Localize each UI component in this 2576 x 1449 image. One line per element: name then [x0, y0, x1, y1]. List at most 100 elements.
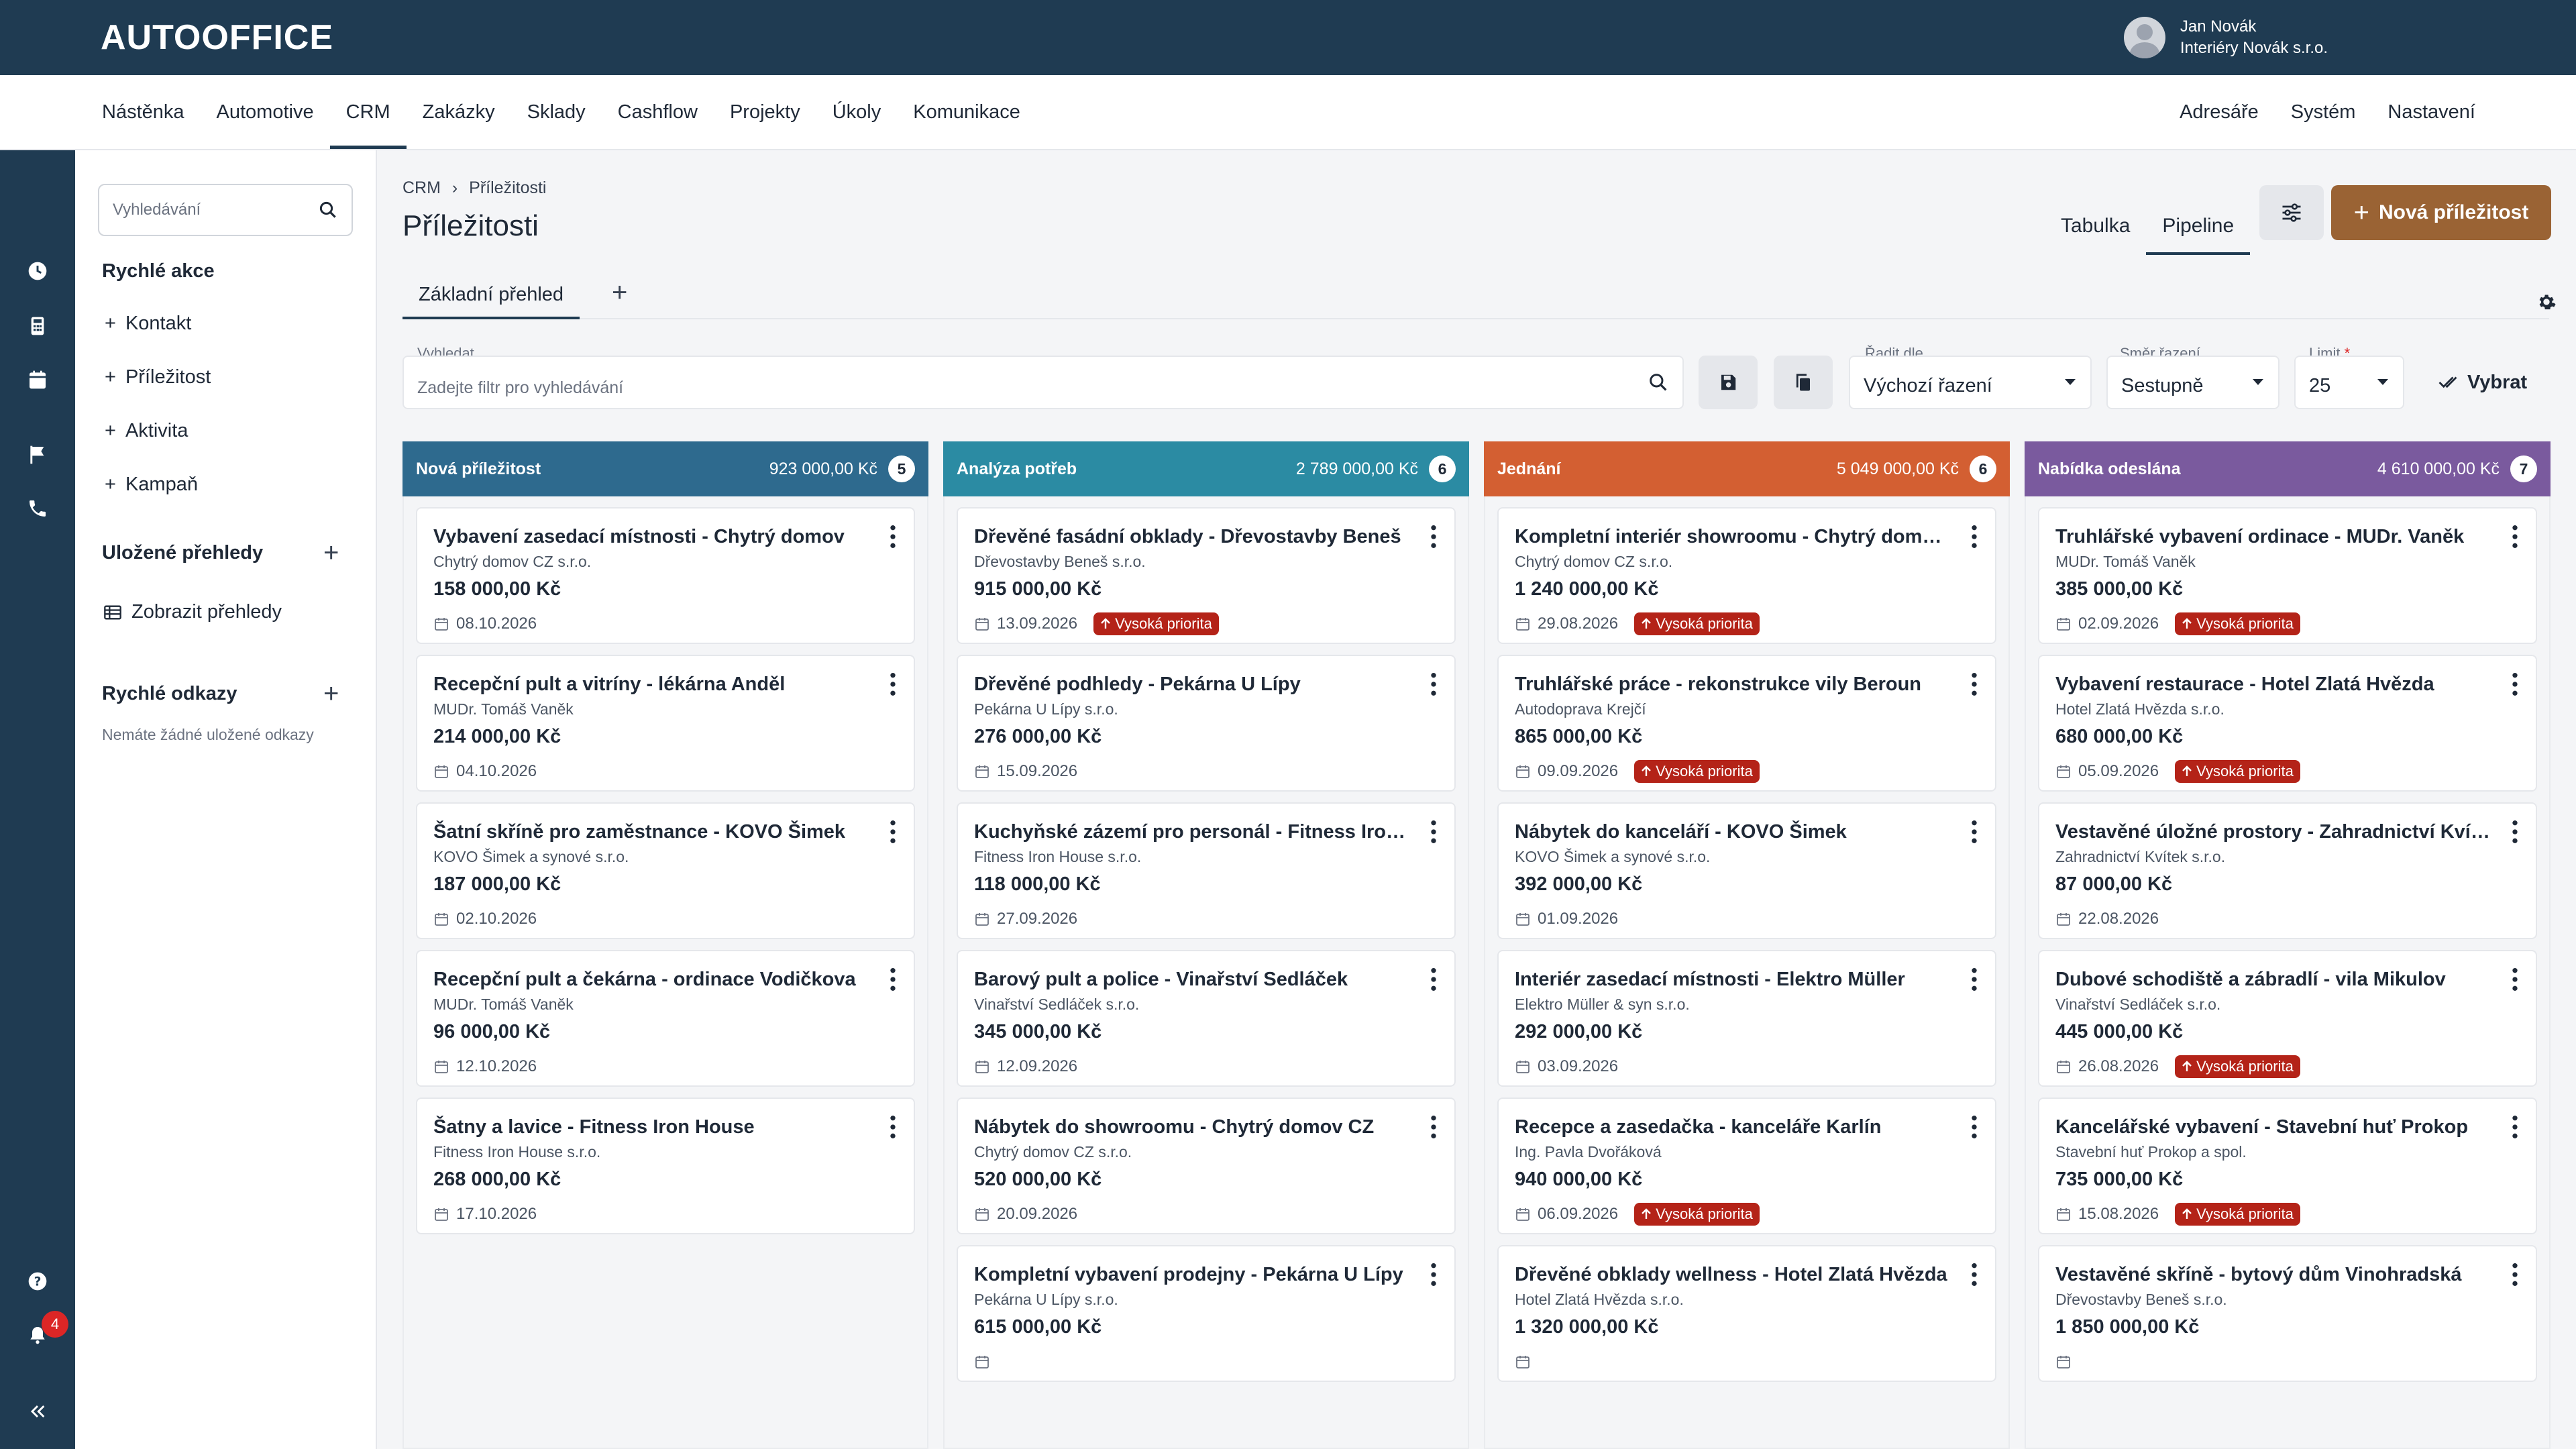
- sort-select[interactable]: Výchozí řazení: [1849, 356, 2092, 409]
- more-vertical-icon[interactable]: [1430, 671, 1437, 698]
- more-vertical-icon[interactable]: [2512, 1261, 2518, 1288]
- more-vertical-icon[interactable]: [2512, 671, 2518, 698]
- card-title[interactable]: Barový pult a police - Vinařství Sedláče…: [974, 966, 1438, 993]
- opportunity-card[interactable]: Interiér zasedací místnosti - Elektro Mü…: [1497, 950, 1996, 1087]
- opportunity-card[interactable]: Dřevěné fasádní obklady - Dřevostavby Be…: [957, 507, 1456, 644]
- card-title[interactable]: Nábytek do kanceláří - KOVO Šimek: [1515, 818, 1979, 845]
- more-vertical-icon[interactable]: [1430, 1114, 1437, 1140]
- quick-action-campaign[interactable]: + Kampaň: [105, 474, 198, 496]
- phone-icon[interactable]: [27, 498, 48, 519]
- nav-item-cashflow[interactable]: Cashflow: [602, 75, 714, 149]
- opportunity-card[interactable]: Kancelářské vybavení - Stavební huť Prok…: [2038, 1097, 2537, 1234]
- tab-basic-overview[interactable]: Základní přehled: [402, 272, 580, 319]
- quick-action-activity[interactable]: + Aktivita: [105, 420, 188, 442]
- opportunity-card[interactable]: Vestavěné úložné prostory - Zahradnictví…: [2038, 802, 2537, 939]
- opportunity-card[interactable]: Recepční pult a vitríny - lékárna Anděl M…: [416, 655, 915, 792]
- more-vertical-icon[interactable]: [2512, 966, 2518, 993]
- card-title[interactable]: Nábytek do showroomu - Chytrý domov CZ: [974, 1114, 1438, 1140]
- opportunity-card[interactable]: Barový pult a police - Vinařství Sedláče…: [957, 950, 1456, 1087]
- add-view-button[interactable]: +: [612, 278, 627, 308]
- search-icon[interactable]: [1648, 372, 1669, 393]
- card-title[interactable]: Kompletní interiér showroomu - Chytrý do…: [1515, 523, 1979, 550]
- opportunity-card[interactable]: Recepční pult a čekárna - ordinace Vodič…: [416, 950, 915, 1087]
- filter-settings-button[interactable]: [2259, 185, 2324, 240]
- card-title[interactable]: Kancelářské vybavení - Stavební huť Prok…: [2055, 1114, 2520, 1140]
- sidebar-search-input[interactable]: Vyhledávání: [98, 184, 353, 236]
- card-title[interactable]: Dřevěné obklady wellness - Hotel Zlatá H…: [1515, 1261, 1979, 1288]
- opportunity-card[interactable]: Kompletní vybavení prodejny - Pekárna U …: [957, 1245, 1456, 1382]
- save-filter-button[interactable]: [1699, 356, 1758, 409]
- new-opportunity-button[interactable]: + Nová příležitost: [2331, 185, 2551, 240]
- more-vertical-icon[interactable]: [2512, 818, 2518, 845]
- more-vertical-icon[interactable]: [2512, 523, 2518, 550]
- collapse-icon[interactable]: [27, 1401, 48, 1422]
- quick-action-contact[interactable]: + Kontakt: [105, 313, 191, 335]
- opportunity-card[interactable]: Kuchyňské zázemí pro personál - Fitness …: [957, 802, 1456, 939]
- more-vertical-icon[interactable]: [1971, 1261, 1978, 1288]
- opportunity-card[interactable]: Šatní skříně pro zaměstnance - KOVO Šime…: [416, 802, 915, 939]
- show-views-link[interactable]: Zobrazit přehledy: [103, 601, 282, 623]
- nav-item-automotive[interactable]: Automotive: [201, 75, 330, 149]
- tab-table[interactable]: Tabulka: [2045, 197, 2146, 255]
- opportunity-card[interactable]: Kompletní interiér showroomu - Chytrý do…: [1497, 507, 1996, 644]
- card-title[interactable]: Dřevěné podhledy - Pekárna U Lípy: [974, 671, 1438, 698]
- app-logo[interactable]: AUTOOFFICE: [101, 17, 333, 58]
- card-title[interactable]: Kuchyňské zázemí pro personál - Fitness …: [974, 818, 1438, 845]
- filter-search-input[interactable]: Zadejte filtr pro vyhledávání: [402, 356, 1684, 409]
- card-title[interactable]: Truhlářské práce - rekonstrukce vily Ber…: [1515, 671, 1979, 698]
- card-title[interactable]: Dřevěné fasádní obklady - Dřevostavby Be…: [974, 523, 1438, 550]
- card-title[interactable]: Interiér zasedací místnosti - Elektro Mü…: [1515, 966, 1979, 993]
- nav-item-ukoly[interactable]: Úkoly: [816, 75, 898, 149]
- card-title[interactable]: Truhlářské vybavení ordinace - MUDr. Van…: [2055, 523, 2520, 550]
- card-title[interactable]: Šatny a lavice - Fitness Iron House: [433, 1114, 898, 1140]
- direction-select[interactable]: Sestupně: [2106, 356, 2279, 409]
- card-title[interactable]: Recepční pult a čekárna - ordinace Vodič…: [433, 966, 898, 993]
- nav-item-nastenka[interactable]: Nástěnka: [101, 75, 201, 149]
- copy-filter-button[interactable]: [1774, 356, 1833, 409]
- nav-item-crm[interactable]: CRM: [329, 75, 407, 149]
- search-icon[interactable]: [318, 200, 338, 220]
- opportunity-card[interactable]: Truhlářské vybavení ordinace - MUDr. Van…: [2038, 507, 2537, 644]
- opportunity-card[interactable]: Nábytek do kanceláří - KOVO Šimek KOVO Ši…: [1497, 802, 1996, 939]
- card-title[interactable]: Recepční pult a vitríny - lékárna Anděl: [433, 671, 898, 698]
- gear-icon[interactable]: [2536, 291, 2557, 313]
- breadcrumb-crm[interactable]: CRM: [402, 178, 441, 197]
- card-title[interactable]: Recepce a zasedačka - kanceláře Karlín: [1515, 1114, 1979, 1140]
- card-title[interactable]: Vybavení zasedací místnosti - Chytrý dom…: [433, 523, 898, 550]
- nav-item-komunikace[interactable]: Komunikace: [897, 75, 1036, 149]
- flag-icon[interactable]: [27, 444, 48, 466]
- column-header[interactable]: Jednání 5 049 000,00 Kč 6: [1484, 441, 2010, 496]
- more-vertical-icon[interactable]: [2512, 1114, 2518, 1140]
- opportunity-card[interactable]: Dřevěné obklady wellness - Hotel Zlatá H…: [1497, 1245, 1996, 1382]
- nav-item-adresare[interactable]: Adresáře: [2163, 75, 2275, 149]
- opportunity-card[interactable]: Truhlářské práce - rekonstrukce vily Ber…: [1497, 655, 1996, 792]
- more-vertical-icon[interactable]: [1430, 966, 1437, 993]
- help-icon[interactable]: ?: [27, 1271, 48, 1292]
- more-vertical-icon[interactable]: [1971, 966, 1978, 993]
- select-button[interactable]: Vybrat: [2438, 356, 2527, 409]
- opportunity-card[interactable]: Dubové schodiště a zábradlí - vila Mikul…: [2038, 950, 2537, 1087]
- more-vertical-icon[interactable]: [890, 966, 896, 993]
- more-vertical-icon[interactable]: [1430, 818, 1437, 845]
- more-vertical-icon[interactable]: [1971, 1114, 1978, 1140]
- more-vertical-icon[interactable]: [1430, 1261, 1437, 1288]
- card-title[interactable]: Kompletní vybavení prodejny - Pekárna U …: [974, 1261, 1438, 1288]
- card-title[interactable]: Dubové schodiště a zábradlí - vila Mikul…: [2055, 966, 2520, 993]
- opportunity-card[interactable]: Recepce a zasedačka - kanceláře Karlín In…: [1497, 1097, 1996, 1234]
- add-saved-view-button[interactable]: +: [323, 539, 339, 566]
- nav-item-system[interactable]: Systém: [2275, 75, 2372, 149]
- tab-pipeline[interactable]: Pipeline: [2146, 197, 2251, 255]
- column-header[interactable]: Nabídka odeslána 4 610 000,00 Kč 7: [2025, 441, 2551, 496]
- column-header[interactable]: Analýza potřeb 2 789 000,00 Kč 6: [943, 441, 1469, 496]
- opportunity-card[interactable]: Vybavení zasedací místnosti - Chytrý dom…: [416, 507, 915, 644]
- card-title[interactable]: Vestavěné skříně - bytový dům Vinohradsk…: [2055, 1261, 2520, 1288]
- card-title[interactable]: Vybavení restaurace - Hotel Zlatá Hvězda: [2055, 671, 2520, 698]
- opportunity-card[interactable]: Vestavěné skříně - bytový dům Vinohradsk…: [2038, 1245, 2537, 1382]
- nav-item-nastaveni[interactable]: Nastavení: [2371, 75, 2475, 149]
- more-vertical-icon[interactable]: [1430, 523, 1437, 550]
- add-quick-link-button[interactable]: +: [323, 680, 339, 707]
- more-vertical-icon[interactable]: [890, 523, 896, 550]
- limit-select[interactable]: 25: [2294, 356, 2404, 409]
- card-title[interactable]: Šatní skříně pro zaměstnance - KOVO Šime…: [433, 818, 898, 845]
- nav-item-projekty[interactable]: Projekty: [714, 75, 816, 149]
